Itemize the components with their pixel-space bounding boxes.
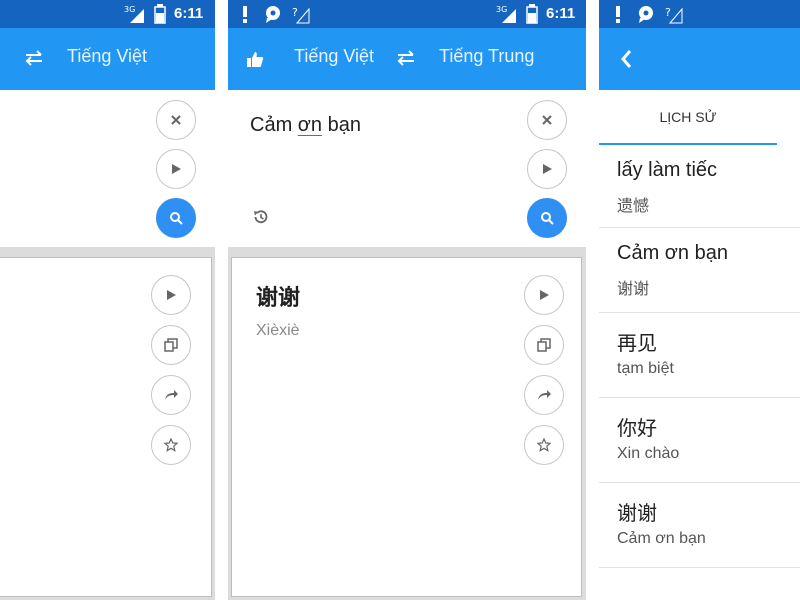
target-language-button[interactable]: Tiếng Việt bbox=[67, 46, 147, 67]
back-arrow-icon[interactable] bbox=[619, 48, 633, 70]
play-input-button[interactable] bbox=[156, 149, 196, 189]
play-icon bbox=[540, 290, 549, 300]
history-icon[interactable] bbox=[252, 208, 270, 226]
svg-text:?: ? bbox=[665, 6, 671, 19]
spellcheck-word: ơn bbox=[297, 114, 323, 136]
star-icon bbox=[164, 438, 178, 452]
translation-pinyin: Xièxiè bbox=[256, 322, 300, 339]
status-bar: ? 3G 6:11 bbox=[228, 0, 586, 28]
app-toolbar: Tiếng Việt Tiếng Trung bbox=[228, 28, 586, 90]
chat-notification-icon bbox=[639, 6, 653, 23]
no-signal-icon: ? bbox=[665, 6, 683, 24]
tab-history-label: LỊCH SỬ bbox=[659, 109, 717, 125]
search-icon bbox=[541, 212, 554, 225]
swap-languages-icon[interactable] bbox=[24, 48, 44, 68]
target-language-button[interactable]: Tiếng Trung bbox=[439, 46, 534, 67]
history-source-text: 再见 bbox=[617, 333, 657, 355]
play-icon bbox=[172, 164, 181, 174]
signal-3g-icon: 3G bbox=[124, 5, 144, 23]
status-bar: ? bbox=[599, 0, 800, 28]
share-icon bbox=[165, 390, 178, 400]
svg-text:3G: 3G bbox=[496, 5, 507, 14]
notification-alert-icon bbox=[243, 6, 247, 23]
translation-result: 谢谢 bbox=[256, 285, 301, 310]
swap-languages-icon[interactable] bbox=[396, 48, 416, 68]
translate-button[interactable] bbox=[156, 198, 196, 238]
status-time: 6:11 bbox=[174, 5, 204, 22]
favorite-button[interactable] bbox=[151, 425, 191, 465]
history-item[interactable]: 再见 tạm biệt bbox=[599, 313, 800, 398]
translator-screen-left: 3G 6:11 Tiếng Việt bbox=[0, 0, 215, 600]
share-button[interactable] bbox=[151, 375, 191, 415]
clear-button[interactable] bbox=[156, 100, 196, 140]
tab-history[interactable]: LỊCH SỬ bbox=[599, 90, 777, 145]
result-card bbox=[0, 257, 212, 597]
copy-button[interactable] bbox=[524, 325, 564, 365]
history-item[interactable]: Cảm ơn bạn 谢谢 bbox=[599, 228, 800, 313]
svg-text:3G: 3G bbox=[124, 5, 135, 14]
history-translation-text: Xin chào bbox=[617, 445, 680, 462]
history-item[interactable]: 你好 Xin chào bbox=[599, 398, 800, 483]
source-text-input[interactable]: Cảm ơn bạn bbox=[250, 114, 361, 137]
play-result-button[interactable] bbox=[524, 275, 564, 315]
app-toolbar bbox=[599, 28, 800, 90]
history-source-text: lấy làm tiếc bbox=[617, 159, 718, 181]
history-source-text: 你好 bbox=[617, 418, 657, 440]
notification-alert-icon bbox=[616, 6, 620, 23]
copy-button[interactable] bbox=[151, 325, 191, 365]
history-translation-text: tạm biệt bbox=[617, 360, 674, 377]
chat-notification-icon bbox=[266, 6, 280, 23]
history-item[interactable]: lấy làm tiếc 遗憾 bbox=[599, 145, 800, 228]
history-translation-text: 谢谢 bbox=[617, 281, 650, 298]
thumbs-up-icon[interactable] bbox=[246, 50, 264, 68]
search-icon bbox=[170, 212, 183, 225]
battery-icon bbox=[526, 4, 538, 24]
source-text-part: Cảm bbox=[250, 114, 298, 136]
history-item[interactable]: 谢谢 Cảm ơn bạn bbox=[599, 483, 800, 568]
result-card: 谢谢 Xièxiè bbox=[231, 257, 582, 597]
history-source-text: Cảm ơn bạn bbox=[617, 242, 728, 264]
share-icon bbox=[538, 390, 551, 400]
status-time: 6:11 bbox=[546, 5, 576, 22]
copy-icon bbox=[537, 338, 551, 352]
history-source-text: 谢谢 bbox=[617, 503, 657, 525]
play-icon bbox=[167, 290, 176, 300]
source-language-button[interactable]: Tiếng Việt bbox=[294, 46, 374, 67]
battery-icon bbox=[154, 4, 166, 24]
clear-button[interactable] bbox=[527, 100, 567, 140]
translator-screen-center: ? 3G 6:11 Tiếng Việt Tiếng Trung Cảm ơn … bbox=[228, 0, 586, 600]
status-bar: 3G 6:11 bbox=[0, 0, 215, 28]
star-icon bbox=[537, 438, 551, 452]
close-icon bbox=[542, 115, 552, 125]
svg-text:?: ? bbox=[292, 6, 298, 19]
app-toolbar: Tiếng Việt bbox=[0, 28, 215, 90]
play-result-button[interactable] bbox=[151, 275, 191, 315]
history-list: lấy làm tiếc 遗憾 Cảm ơn bạn 谢谢 再见 tạm biệ… bbox=[599, 145, 800, 568]
history-screen: ? LỊCH SỬ lấy làm tiếc 遗憾 Cảm ơn bạn 谢谢 … bbox=[599, 0, 800, 600]
signal-3g-icon: 3G bbox=[496, 5, 516, 23]
input-card bbox=[0, 90, 215, 247]
source-text-part: bạn bbox=[322, 114, 361, 136]
history-translation-text: Cảm ơn bạn bbox=[617, 530, 706, 547]
history-translation-text: 遗憾 bbox=[617, 198, 650, 215]
play-icon bbox=[543, 164, 552, 174]
favorite-button[interactable] bbox=[524, 425, 564, 465]
translate-button[interactable] bbox=[527, 198, 567, 238]
close-icon bbox=[171, 115, 181, 125]
input-card: Cảm ơn bạn bbox=[228, 90, 586, 247]
share-button[interactable] bbox=[524, 375, 564, 415]
copy-icon bbox=[164, 338, 178, 352]
no-signal-icon: ? bbox=[292, 6, 310, 24]
play-input-button[interactable] bbox=[527, 149, 567, 189]
